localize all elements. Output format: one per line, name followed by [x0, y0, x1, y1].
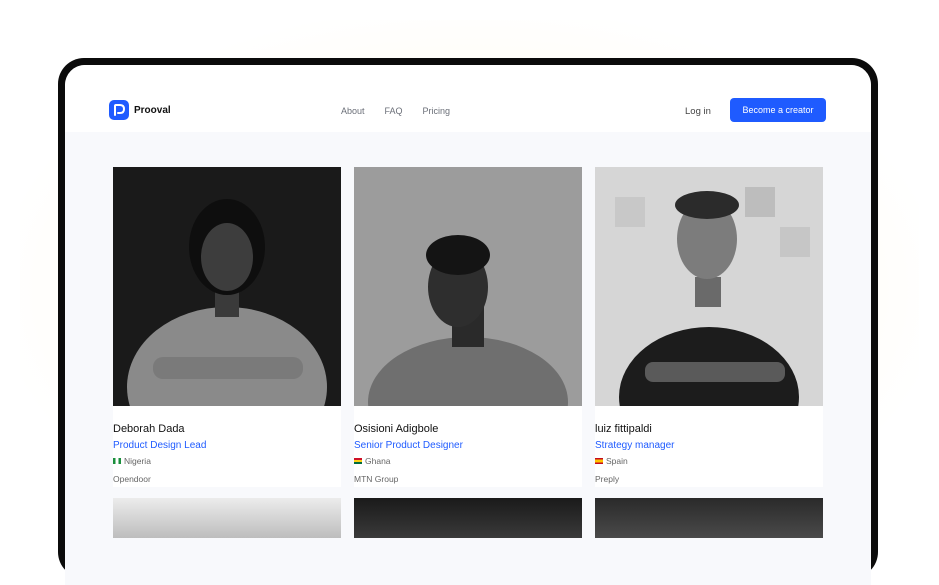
creator-card[interactable]: luiz fittipaldi Strategy manager Spain P…	[595, 167, 823, 487]
nav-link-faq[interactable]: FAQ	[385, 106, 403, 116]
creator-card[interactable]	[595, 498, 823, 538]
login-link[interactable]: Log in	[685, 106, 711, 117]
nav-links: About FAQ Pricing	[341, 106, 450, 116]
creator-name: luiz fittipaldi	[595, 423, 652, 435]
creator-photo	[113, 167, 341, 406]
creator-country: Spain	[595, 456, 628, 466]
creator-company: Preply	[595, 474, 620, 484]
creator-photo	[595, 167, 823, 406]
creator-photo	[354, 167, 582, 406]
brand-logo[interactable]: Prooval	[109, 100, 171, 120]
creator-country: Nigeria	[113, 456, 151, 466]
creator-card[interactable]: Osisioni Adigbole Senior Product Designe…	[354, 167, 582, 487]
creator-country: Ghana	[354, 456, 391, 466]
country-label: Spain	[606, 456, 628, 466]
spain-flag-icon	[595, 458, 603, 464]
creator-role: Product Design Lead	[113, 440, 207, 451]
nav-link-about[interactable]: About	[341, 106, 365, 116]
logo-icon	[109, 100, 129, 120]
creator-card[interactable]	[354, 498, 582, 538]
creator-name: Osisioni Adigbole	[354, 423, 439, 435]
creator-name: Deborah Dada	[113, 423, 185, 435]
creator-role: Senior Product Designer	[354, 440, 463, 451]
creator-company: Opendoor	[113, 474, 151, 484]
ghana-flag-icon	[354, 458, 362, 464]
app-screen: Prooval About FAQ Pricing Log in Become …	[65, 65, 871, 585]
become-creator-button[interactable]: Become a creator	[730, 98, 826, 122]
country-label: Ghana	[365, 456, 391, 466]
nav-link-pricing[interactable]: Pricing	[423, 106, 451, 116]
brand-name: Prooval	[134, 104, 171, 116]
creator-company: MTN Group	[354, 474, 399, 484]
creator-role: Strategy manager	[595, 440, 675, 451]
nigeria-flag-icon	[113, 458, 121, 464]
creator-card[interactable]: Deborah Dada Product Design Lead Nigeria…	[113, 167, 341, 487]
country-label: Nigeria	[124, 456, 151, 466]
top-navbar: Prooval About FAQ Pricing Log in Become …	[65, 65, 871, 132]
creator-card[interactable]	[113, 498, 341, 538]
